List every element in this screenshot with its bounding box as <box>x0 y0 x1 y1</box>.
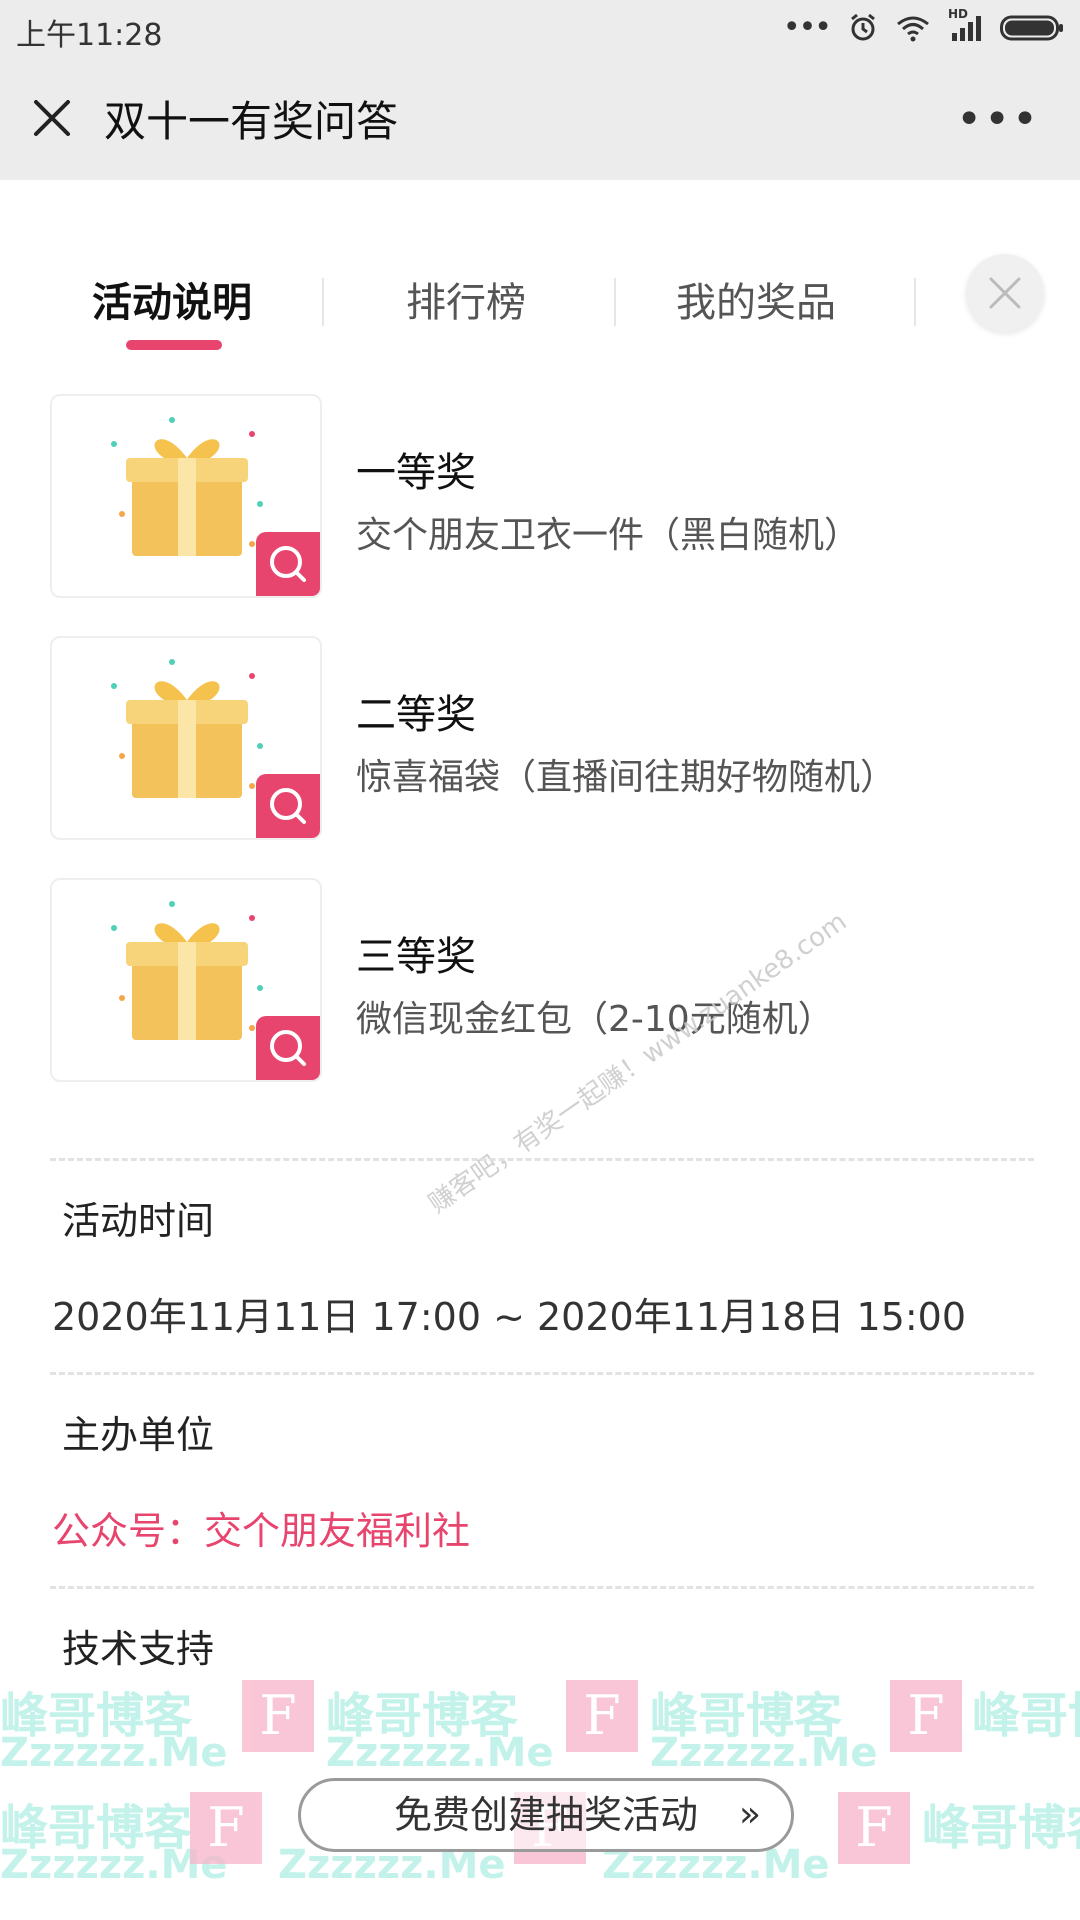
section-divider <box>50 1158 1034 1161</box>
activity-time-value: 2020年11月11日 17:00 ~ 2020年11月18日 15:00 <box>52 1295 967 1339</box>
wifi-icon <box>897 16 929 41</box>
close-icon <box>989 277 1021 309</box>
tab-leaderboard[interactable]: 排行榜 <box>406 270 526 328</box>
prize-item: 二等奖 惊喜福袋（直播间往期好物随机） <box>50 636 1050 840</box>
zoom-button[interactable] <box>256 1016 320 1080</box>
main-content: 活动说明 排行榜 我的奖品 一等奖 交个朋友卫衣一件（黑白随机） 二等奖 惊喜福… <box>0 180 1080 1920</box>
watermark-brand: 峰哥博客 <box>922 1800 1080 1856</box>
status-bar: 上午11:28 ••• HD <box>0 0 1080 58</box>
watermark-logo: F <box>566 1680 638 1752</box>
section-title-organizer: 主办单位 <box>52 1404 234 1471</box>
double-chevron-right-icon: » <box>738 1794 761 1835</box>
create-lottery-label: 免费创建抽奖活动 <box>393 1793 698 1837</box>
panel-close-button[interactable] <box>966 254 1044 332</box>
prize-name: 三等奖 <box>356 934 476 980</box>
section-divider <box>50 1586 1034 1589</box>
search-icon <box>270 788 306 824</box>
status-icons: ••• HD <box>782 7 1064 45</box>
prize-description: 微信现金红包（2-10元随机） <box>356 999 834 1040</box>
prize-name: 一等奖 <box>356 450 476 496</box>
tab-divider <box>322 278 324 326</box>
section-title-text: 主办单位 <box>62 1413 215 1457</box>
create-lottery-button[interactable]: 免费创建抽奖活动 » <box>298 1778 794 1852</box>
title-highlight <box>52 1455 234 1471</box>
prize-description: 惊喜福袋（直播间往期好物随机） <box>356 757 897 798</box>
active-tab-indicator <box>126 340 222 350</box>
status-time: 上午11:28 <box>16 18 163 53</box>
organizer-value[interactable]: 公众号：交个朋友福利社 <box>52 1500 470 1555</box>
gift-box-icon <box>111 417 263 556</box>
prize-item: 三等奖 微信现金红包（2-10元随机） <box>50 878 1050 1082</box>
watermark-logo: F <box>838 1792 910 1864</box>
watermark-brand: 峰哥博客 <box>972 1688 1080 1744</box>
watermark-site: Zzzzzz.Me <box>650 1730 878 1776</box>
prize-image[interactable] <box>50 636 322 840</box>
more-menu-button[interactable]: ••• <box>956 94 1040 145</box>
nav-bar: 双十一有奖问答 ••• <box>0 58 1080 180</box>
prize-image[interactable] <box>50 878 322 1082</box>
prize-item: 一等奖 交个朋友卫衣一件（黑白随机） <box>50 394 1050 598</box>
watermark-logo: F <box>890 1680 962 1752</box>
watermark-logo: F <box>190 1792 262 1864</box>
watermark-site: Zzzzzz.Me <box>326 1730 554 1776</box>
alarm-icon <box>851 13 875 40</box>
prize-description: 交个朋友卫衣一件（黑白随机） <box>356 515 861 556</box>
tab-divider <box>914 278 916 326</box>
search-icon <box>270 546 306 582</box>
prize-name: 二等奖 <box>356 692 476 738</box>
gift-box-icon <box>111 901 263 1040</box>
more-dots-icon: ••• <box>782 10 832 45</box>
prize-image[interactable] <box>50 394 322 598</box>
tab-activity-info[interactable]: 活动说明 <box>92 270 252 328</box>
zoom-button[interactable] <box>256 774 320 838</box>
tab-bar: 活动说明 排行榜 我的奖品 <box>0 270 920 350</box>
zoom-button[interactable] <box>256 532 320 596</box>
tab-my-prizes[interactable]: 我的奖品 <box>676 270 836 328</box>
signal-hd-icon: HD <box>948 7 982 43</box>
search-icon <box>270 1030 306 1066</box>
section-title-text: 活动时间 <box>62 1199 215 1243</box>
gift-box-icon <box>111 659 263 798</box>
page-title: 双十一有奖问答 <box>104 97 399 146</box>
section-title-time: 活动时间 <box>52 1190 234 1257</box>
section-divider <box>50 1372 1034 1375</box>
battery-icon <box>1000 15 1063 40</box>
tab-divider <box>614 278 616 326</box>
title-highlight <box>52 1241 234 1257</box>
close-icon[interactable] <box>28 94 76 142</box>
section-title-text: 技术支持 <box>62 1627 215 1671</box>
section-title-support: 技术支持 <box>62 1618 214 1673</box>
watermark-logo: F <box>242 1680 314 1752</box>
watermark-site: Zzzzzz.Me <box>0 1730 228 1776</box>
